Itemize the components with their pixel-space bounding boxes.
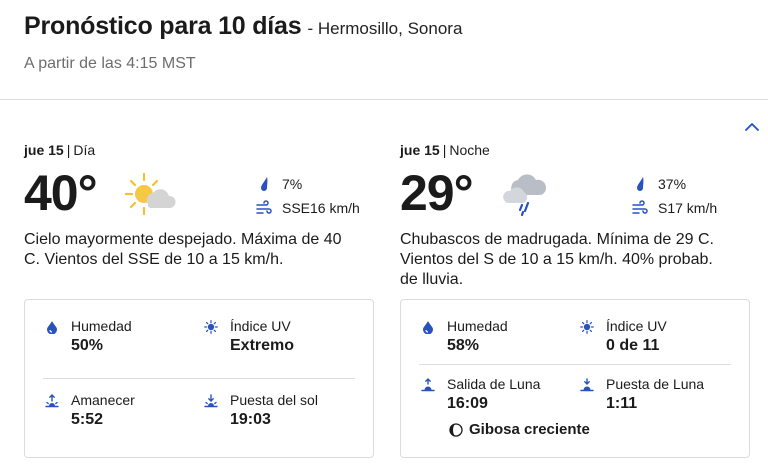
day-period: Día <box>73 142 96 158</box>
humidity-label: Humedad <box>71 318 132 334</box>
divider <box>43 378 355 379</box>
night-period: Noche <box>449 142 490 158</box>
humidity-drop-icon <box>423 321 433 334</box>
divider <box>0 99 768 100</box>
moonset-icon <box>580 378 594 392</box>
night-precip: 37% <box>658 176 687 192</box>
humidity-value: 50% <box>71 337 104 354</box>
night-wind: S17 km/h <box>658 200 718 216</box>
night-stats: 37% S17 km/h <box>632 172 752 220</box>
uv-value: Extremo <box>230 337 295 354</box>
uv-label: Índice UV <box>230 318 291 334</box>
humidity-label: Humedad <box>447 318 508 334</box>
precip-drop-icon <box>637 177 644 191</box>
day-forecast: jue 15 | Día 40° 7% SSE16 km/h Cielo may… <box>24 142 376 270</box>
day-details-card: Humedad 50% Índice UV Extremo Amanecer 5… <box>24 299 374 458</box>
precip-drop-icon <box>261 177 268 191</box>
night-label: jue 15 | Noche <box>400 142 490 158</box>
moonrise-label: Salida de Luna <box>447 376 541 392</box>
moon-phase-icon <box>449 422 463 437</box>
day-description: Cielo mayormente despejado. Máxima de 40… <box>24 231 342 268</box>
chevron-up-icon[interactable] <box>744 121 760 133</box>
sunrise-label: Amanecer <box>71 392 135 408</box>
night-date: jue 15 <box>400 142 440 158</box>
sunset-icon <box>204 394 218 408</box>
moonrise-icon <box>421 378 435 392</box>
updated-time: A partir de las 4:15 MST <box>24 55 196 72</box>
uv-sun-icon <box>580 320 594 334</box>
humidity-drop-icon <box>47 321 57 334</box>
moon-phase: Gibosa creciente <box>449 421 590 438</box>
humidity-value: 58% <box>447 337 480 354</box>
night-details-card: Humedad 58% Índice UV 0 de 11 Salida de … <box>400 299 750 458</box>
moon-phase-label: Gibosa creciente <box>469 421 590 438</box>
sunrise-value: 5:52 <box>71 411 104 428</box>
moonset-label: Puesta de Luna <box>606 376 705 392</box>
moonset-value: 1:11 <box>606 395 638 412</box>
location-label: - Hermosillo, Sonora <box>307 19 463 38</box>
forecast-header: Pronóstico para 10 días - Hermosillo, So… <box>24 12 768 41</box>
day-label: jue 15 | Día <box>24 142 96 158</box>
mostly-sunny-icon <box>124 172 176 216</box>
page-title: Pronóstico para 10 días <box>24 12 302 40</box>
rain-showers-icon <box>503 174 547 217</box>
divider <box>419 364 731 365</box>
wind-icon <box>256 200 272 214</box>
moonrise-value: 16:09 <box>447 395 488 412</box>
sunset-value: 19:03 <box>230 411 271 428</box>
day-date: jue 15 <box>24 142 64 158</box>
sunset-label: Puesta del sol <box>230 392 318 408</box>
uv-sun-icon <box>204 320 218 334</box>
day-wind: SSE16 km/h <box>282 200 360 216</box>
day-precip: 7% <box>282 176 303 192</box>
uv-value: 0 de 11 <box>606 337 660 354</box>
night-temperature: 29° <box>400 165 474 221</box>
uv-label: Índice UV <box>606 318 667 334</box>
night-description: Chubascos de madrugada. Mínima de 29 C. … <box>400 231 714 288</box>
wind-icon <box>632 200 648 214</box>
sunrise-icon <box>45 394 59 408</box>
day-stats: 7% SSE16 km/h <box>256 172 376 220</box>
night-forecast: jue 15 | Noche 29° 37% S17 km/h Chubascos … <box>400 142 752 290</box>
day-temperature: 40° <box>24 165 98 221</box>
